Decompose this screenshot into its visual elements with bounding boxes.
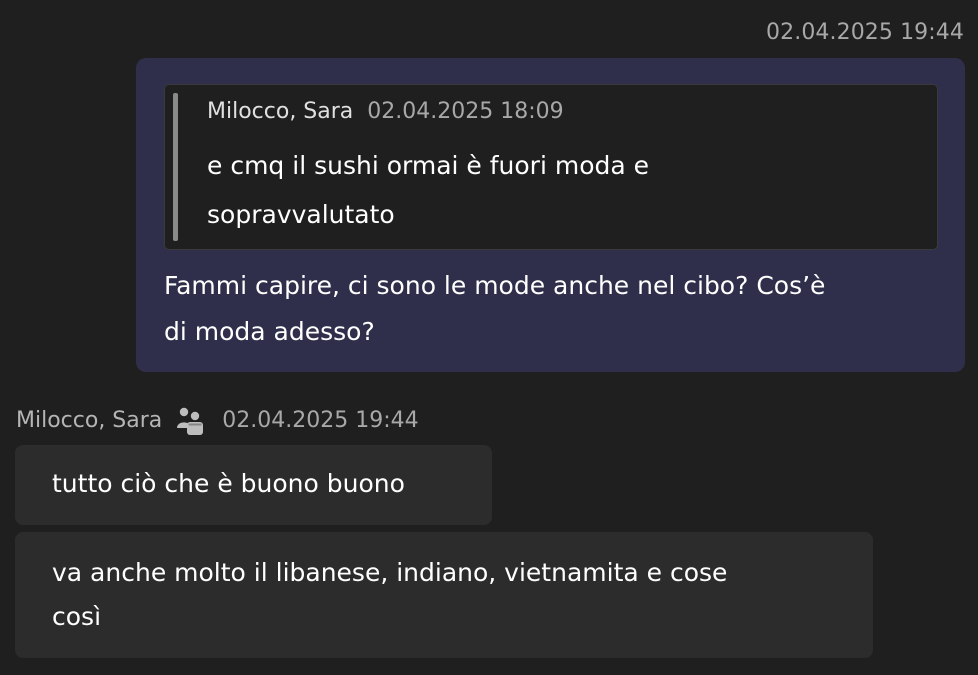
received-message-text-line: va anche molto il libanese, indiano, vie…: [52, 558, 728, 587]
quote-bar: [173, 93, 178, 241]
quote-timestamp: 02.04.2025 18:09: [367, 99, 564, 124]
received-message-bubble[interactable]: tutto ciò che è buono buono: [15, 445, 492, 525]
sent-message-text-line: di moda adesso?: [164, 317, 375, 346]
sent-message-text: Fammi capire, ci sono le mode anche nel …: [164, 263, 954, 355]
received-message-text: tutto ciò che è buono buono: [52, 469, 405, 498]
received-message-bubble[interactable]: va anche molto il libanese, indiano, vie…: [15, 532, 873, 658]
received-message-text: va anche molto il libanese, indiano, vie…: [52, 551, 842, 639]
received-message-header: Milocco, Sara 02.04.2025 19:44: [16, 404, 419, 436]
quote-author: Milocco, Sara: [207, 99, 354, 124]
received-message-timestamp: 02.04.2025 19:44: [222, 407, 419, 433]
sender-name[interactable]: Milocco, Sara: [16, 408, 162, 433]
quote-text-line: e cmq il sushi ormai è fuori moda e: [207, 151, 650, 180]
external-user-icon: [174, 404, 204, 436]
chat-thread: 02.04.2025 19:44 Milocco, Sara 02.04.2025…: [0, 0, 978, 675]
quote-text: e cmq il sushi ormai è fuori moda e sopr…: [207, 141, 847, 239]
sent-message-timestamp: 02.04.2025 19:44: [766, 20, 964, 45]
sent-message-bubble[interactable]: Milocco, Sara 02.04.2025 18:09 e cmq il s…: [136, 58, 965, 372]
received-message-text-line: così: [52, 602, 102, 631]
quote-text-line: sopravvalutato: [207, 200, 395, 229]
sent-message-text-line: Fammi capire, ci sono le mode anche nel …: [164, 271, 826, 300]
quote-header: Milocco, Sara 02.04.2025 18:09: [207, 99, 564, 124]
quoted-message[interactable]: Milocco, Sara 02.04.2025 18:09 e cmq il s…: [164, 84, 938, 250]
